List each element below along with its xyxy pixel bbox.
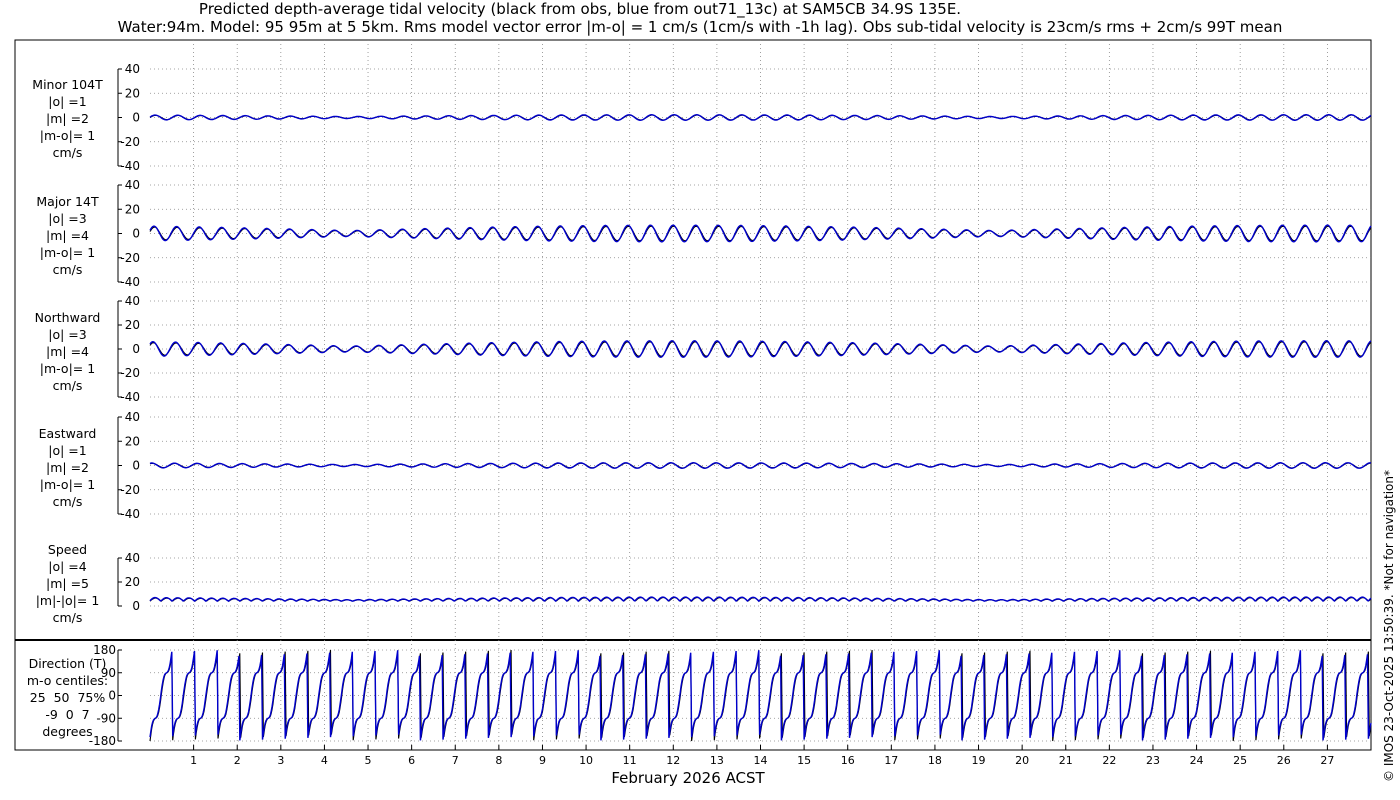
panel-label-line: |m| =4 xyxy=(46,344,89,359)
panel-label: Direction (T) m-o centiles: 25 50 75% -9 0 … xyxy=(20,655,115,740)
x-tick-label: 20 xyxy=(1015,754,1029,767)
panel-label-line: |m-o|= 1 xyxy=(39,128,96,143)
panel-label-line: Direction (T) xyxy=(28,656,107,671)
panel-label-line: cm/s xyxy=(52,494,83,509)
x-tick-label: 4 xyxy=(321,754,328,767)
panel-label-line: m-o centiles: xyxy=(26,673,109,688)
panel-label-line: cm/s xyxy=(52,378,83,393)
x-tick-label: 18 xyxy=(928,754,942,767)
x-tick-label: 21 xyxy=(1059,754,1073,767)
y-tick-label: 20 xyxy=(125,202,140,216)
model-series-line xyxy=(149,113,1372,122)
panel-label-line: |m| =4 xyxy=(46,228,89,243)
panel-label-line: cm/s xyxy=(52,262,83,277)
x-tick-label: 5 xyxy=(365,754,372,767)
panel-label-line: |m|-|o|= 1 xyxy=(35,593,100,608)
y-tick-label: 0 xyxy=(132,342,140,356)
y-tick-label: 20 xyxy=(125,318,140,332)
x-tick-label: 9 xyxy=(539,754,546,767)
copyright-notice: © IMOS 23-Oct-2025 13:50:39. *Not for na… xyxy=(1382,470,1396,782)
panel-label-line: cm/s xyxy=(52,610,83,625)
panel-label: Northward |o| =3 |m| =4 |m-o|= 1 cm/s xyxy=(20,309,115,394)
y-tick-label: 20 xyxy=(125,575,140,589)
y-tick-label: 40 xyxy=(125,294,140,308)
y-tick-label: -40 xyxy=(120,275,140,289)
panel-label: Minor 104T |o| =1 |m| =2 |m-o|= 1 cm/s xyxy=(20,76,115,161)
panel-label-line: Speed xyxy=(47,542,88,557)
model-series-line xyxy=(149,224,1372,243)
panel-label-line: |o| =3 xyxy=(48,327,87,342)
panel-label-line: cm/s xyxy=(52,145,83,160)
x-tick-label: 13 xyxy=(710,754,724,767)
y-tick-label: 0 xyxy=(132,227,140,241)
panel-label-line: |m| =5 xyxy=(46,576,89,591)
y-tick-label: 0 xyxy=(132,111,140,125)
y-tick-label: -20 xyxy=(120,251,140,265)
panel-label-line: |m| =2 xyxy=(46,111,89,126)
panel-label-line: Eastward xyxy=(38,426,97,441)
panel-label-line: Minor 104T xyxy=(32,77,103,92)
y-tick-label: 0 xyxy=(132,459,140,473)
model-series-line xyxy=(149,339,1372,359)
panel-label-line: |o| =4 xyxy=(48,559,87,574)
y-tick-label: -20 xyxy=(120,135,140,149)
panel-label: Eastward |o| =1 |m| =2 |m-o|= 1 cm/s xyxy=(20,425,115,510)
panel-label-line: |o| =1 xyxy=(48,94,87,109)
model-series-line xyxy=(149,461,1371,470)
panel-label: Speed |o| =4 |m| =5 |m|-|o|= 1 cm/s xyxy=(20,541,115,626)
x-tick-label: 22 xyxy=(1102,754,1116,767)
panel-label: Major 14T |o| =3 |m| =4 |m-o|= 1 cm/s xyxy=(20,193,115,278)
plot-frame xyxy=(14,39,1372,751)
panel-label-line: -9 0 7 xyxy=(45,707,90,722)
y-tick-label: -40 xyxy=(120,507,140,521)
y-tick-label: 40 xyxy=(125,551,140,565)
x-tick-label: 16 xyxy=(841,754,855,767)
tidal-velocity-chart: 1 2 3 4 5 6 7 8 9 10 11 12 13 14 15 16 17 18 19 20 21 22 23 24 2… xyxy=(14,39,1372,767)
x-tick-label: 11 xyxy=(623,754,637,767)
panel-label-line: |m-o|= 1 xyxy=(39,361,96,376)
x-tick-label: 3 xyxy=(277,754,284,767)
panel-label-line: 25 50 75% xyxy=(29,690,106,705)
y-tick-label: -20 xyxy=(120,483,140,497)
panel-label-line: |m| =2 xyxy=(46,460,89,475)
x-tick-label: 2 xyxy=(234,754,241,767)
x-tick-label: 15 xyxy=(797,754,811,767)
x-tick-label: 6 xyxy=(408,754,415,767)
panel-label-line: degrees xyxy=(42,724,93,739)
panel-label-line: Major 14T xyxy=(36,194,99,209)
x-tick-label: 14 xyxy=(754,754,768,767)
x-axis-label: February 2026 ACST xyxy=(611,769,765,787)
x-tick-label: 24 xyxy=(1190,754,1204,767)
x-tick-label: 19 xyxy=(972,754,986,767)
panel-label-line: |m-o|= 1 xyxy=(39,477,96,492)
x-tick-label: 7 xyxy=(452,754,459,767)
y-tick-label: 20 xyxy=(125,434,140,448)
y-tick-label: 40 xyxy=(125,178,140,192)
panel-label-line: |o| =3 xyxy=(48,211,87,226)
x-tick-label: 1 xyxy=(190,754,197,767)
x-tick-label: 27 xyxy=(1320,754,1334,767)
x-tick-label: 17 xyxy=(884,754,898,767)
panel-label-line: Northward xyxy=(34,310,101,325)
y-tick-label: -40 xyxy=(120,159,140,173)
x-tick-label: 12 xyxy=(666,754,680,767)
x-tick-label: 10 xyxy=(579,754,593,767)
y-tick-label: 40 xyxy=(125,62,140,76)
x-tick-label: 23 xyxy=(1146,754,1160,767)
y-tick-label: -40 xyxy=(120,390,140,404)
panel-label-line: |m-o|= 1 xyxy=(39,245,96,260)
y-tick-label: 20 xyxy=(125,86,140,100)
x-tick-label: 25 xyxy=(1233,754,1247,767)
y-tick-label: -20 xyxy=(120,366,140,380)
panel-label-line: |o| =1 xyxy=(48,443,87,458)
x-tick-label: 8 xyxy=(495,754,502,767)
y-tick-label: 40 xyxy=(125,410,140,424)
y-tick-label: 0 xyxy=(132,599,140,613)
x-tick-label: 26 xyxy=(1277,754,1291,767)
